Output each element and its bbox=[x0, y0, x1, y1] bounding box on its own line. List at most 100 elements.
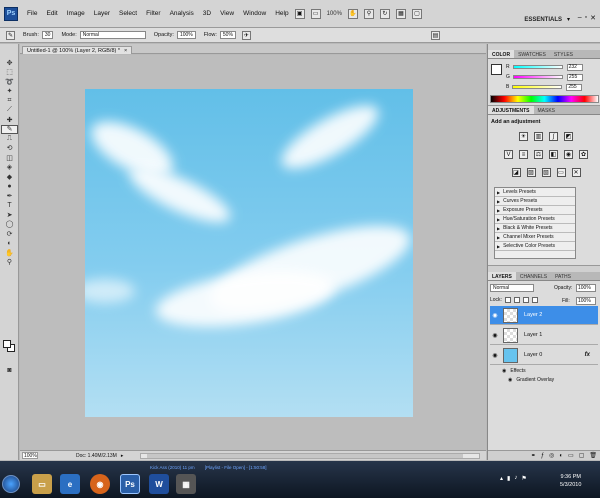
channel-slider[interactable] bbox=[512, 85, 563, 89]
layer-name[interactable]: Layer 1 bbox=[524, 332, 542, 338]
menu-view[interactable]: View bbox=[220, 10, 234, 17]
eye-icon[interactable]: ◉ bbox=[491, 332, 499, 339]
invert-icon[interactable]: ◪ bbox=[511, 168, 521, 177]
firefox-icon[interactable]: ◉ bbox=[90, 474, 110, 494]
volume-icon[interactable]: ♪ bbox=[514, 475, 517, 482]
exposure-icon[interactable]: ◩ bbox=[564, 132, 573, 141]
magic-wand-icon[interactable]: ✦ bbox=[1, 87, 18, 97]
flag-icon[interactable]: ⚑ bbox=[521, 475, 526, 482]
chevron-right-icon[interactable]: ▸ bbox=[121, 453, 124, 459]
status-zoom-field[interactable]: 100% bbox=[22, 452, 38, 459]
move-tool-icon[interactable]: ✥ bbox=[1, 58, 18, 68]
mode-select[interactable]: Normal bbox=[79, 31, 146, 39]
screen-mode-icon[interactable]: ▭ bbox=[310, 8, 321, 19]
eye-icon[interactable]: ◉ bbox=[491, 352, 499, 359]
brightness-icon[interactable]: ☀ bbox=[519, 132, 528, 141]
type-tool-icon[interactable]: T bbox=[1, 201, 18, 211]
channel-value[interactable]: 255 bbox=[566, 73, 583, 81]
menu-select[interactable]: Select bbox=[119, 10, 137, 17]
new-layer-icon[interactable]: ▢ bbox=[579, 452, 585, 459]
hand-tool-icon[interactable]: ✋ bbox=[347, 8, 358, 19]
internet-explorer-icon[interactable]: e bbox=[60, 474, 80, 494]
channel-slider[interactable] bbox=[512, 75, 563, 79]
preset-item[interactable]: ▶ Hue/Saturation Presets bbox=[495, 215, 575, 224]
document-tab[interactable]: Untitled-1 @ 100% (Layer 2, RGB/8) * × bbox=[22, 46, 133, 54]
vibrance-icon[interactable]: V bbox=[504, 150, 513, 159]
menu-filter[interactable]: Filter bbox=[146, 10, 160, 17]
horizontal-scrollbar[interactable] bbox=[140, 453, 480, 459]
black-white-icon[interactable]: ◧ bbox=[549, 150, 558, 159]
effects-row[interactable]: ◉ Effects bbox=[502, 367, 526, 375]
tab-layers[interactable]: LAYERS bbox=[488, 272, 516, 280]
posterize-icon[interactable]: ▨ bbox=[526, 168, 536, 177]
lock-transparent-icon[interactable] bbox=[504, 297, 511, 303]
zoom-tool-icon[interactable]: ⚲ bbox=[363, 8, 374, 19]
layer-row[interactable]: ◉ Layer 0 fx bbox=[490, 346, 598, 365]
preset-item[interactable]: ▶ Channel Mixer Presets bbox=[495, 233, 575, 242]
arrange-docs-icon[interactable]: ▦ bbox=[395, 8, 406, 19]
preset-item[interactable]: ▶ Black & White Presets bbox=[495, 224, 575, 233]
menu-layer[interactable]: Layer bbox=[94, 10, 110, 17]
eye-icon[interactable]: ◉ bbox=[508, 377, 512, 383]
channel-mixer-icon[interactable]: ✿ bbox=[579, 150, 588, 159]
menu-file[interactable]: File bbox=[27, 10, 37, 17]
tab-paths[interactable]: PATHS bbox=[551, 272, 575, 280]
add-style-icon[interactable]: ƒ bbox=[541, 453, 544, 459]
app-icon[interactable]: ▦ bbox=[176, 474, 196, 494]
path-select-icon[interactable]: ➤ bbox=[1, 210, 18, 220]
foreground-color-swatch[interactable] bbox=[3, 340, 11, 348]
selective-color-icon[interactable]: ✕ bbox=[571, 168, 581, 177]
healing-brush-icon[interactable]: ✚ bbox=[1, 115, 18, 125]
fx-badge[interactable]: fx bbox=[585, 352, 590, 358]
tab-channels[interactable]: CHANNELS bbox=[516, 272, 551, 280]
levels-icon[interactable]: ▥ bbox=[534, 132, 543, 141]
crop-tool-icon[interactable]: ⌗ bbox=[1, 96, 18, 106]
trash-icon[interactable]: 🗑 bbox=[589, 452, 597, 459]
quick-mask-icon[interactable]: ◙ bbox=[1, 366, 18, 376]
clock[interactable]: 9:36 PM 5/3/2010 bbox=[560, 473, 581, 489]
layer-opacity-field[interactable]: 100% bbox=[576, 284, 596, 292]
close-button[interactable]: ✕ bbox=[590, 14, 596, 22]
clone-stamp-icon[interactable]: ⎍ bbox=[1, 134, 18, 144]
layer-name[interactable]: Layer 2 bbox=[524, 312, 542, 318]
color-spectrum-bar[interactable] bbox=[490, 95, 599, 103]
preset-item[interactable]: ▶ Exposure Presets bbox=[495, 206, 575, 215]
eraser-tool-icon[interactable]: ◫ bbox=[1, 153, 18, 163]
lock-all-icon[interactable] bbox=[531, 297, 538, 303]
canvas[interactable] bbox=[85, 89, 413, 417]
brush-tool-selected-icon[interactable]: ✎ bbox=[1, 124, 18, 134]
fill-field[interactable]: 100% bbox=[576, 297, 596, 305]
zoom-tool-panel-icon[interactable]: ⚲ bbox=[1, 258, 18, 268]
eyedropper-tool-icon[interactable]: ⟋ bbox=[1, 106, 18, 116]
eye-icon[interactable]: ◉ bbox=[502, 368, 506, 374]
menu-edit[interactable]: Edit bbox=[46, 10, 57, 17]
add-mask-icon[interactable]: ◎ bbox=[549, 452, 554, 459]
tab-color[interactable]: COLOR bbox=[488, 50, 515, 58]
explorer-icon[interactable]: ▭ bbox=[32, 474, 52, 494]
brush-tool-icon[interactable]: ✎ bbox=[6, 30, 15, 40]
pen-tool-icon[interactable]: ✒ bbox=[1, 191, 18, 201]
workspace-switcher[interactable]: ESSENTIALS bbox=[524, 17, 562, 23]
menu-image[interactable]: Image bbox=[67, 10, 85, 17]
gradient-overlay-row[interactable]: ◉ Gradient Overlay bbox=[508, 376, 554, 384]
blur-tool-icon[interactable]: ◆ bbox=[1, 172, 18, 182]
curves-icon[interactable]: ∫ bbox=[549, 132, 558, 141]
tab-adjustments[interactable]: ADJUSTMENTS bbox=[488, 106, 534, 114]
shape-tool-icon[interactable]: ◯ bbox=[1, 220, 18, 230]
adjustment-layer-icon[interactable]: ◐ bbox=[559, 453, 563, 459]
airbrush-icon[interactable]: ✈ bbox=[241, 30, 251, 40]
blend-mode-select[interactable]: Normal bbox=[490, 284, 534, 292]
eye-icon[interactable]: ◉ bbox=[491, 312, 499, 319]
color-balance-icon[interactable]: ⚖ bbox=[534, 150, 543, 159]
layer-row[interactable]: ◉ Layer 2 bbox=[490, 306, 598, 325]
scrollbar-thumb[interactable] bbox=[147, 454, 463, 458]
bridge-icon[interactable]: ▣ bbox=[294, 8, 305, 19]
menu-window[interactable]: Window bbox=[243, 10, 266, 17]
gradient-map-icon[interactable]: ▭ bbox=[556, 168, 566, 177]
lock-position-icon[interactable] bbox=[522, 297, 529, 303]
menu-analysis[interactable]: Analysis bbox=[170, 10, 194, 17]
history-brush-icon[interactable]: ⟲ bbox=[1, 144, 18, 154]
marquee-tool-icon[interactable]: ⬚ bbox=[1, 68, 18, 78]
panel-toggle-icon[interactable]: ▤ bbox=[430, 30, 440, 40]
link-layers-icon[interactable]: ⚭ bbox=[531, 452, 536, 459]
